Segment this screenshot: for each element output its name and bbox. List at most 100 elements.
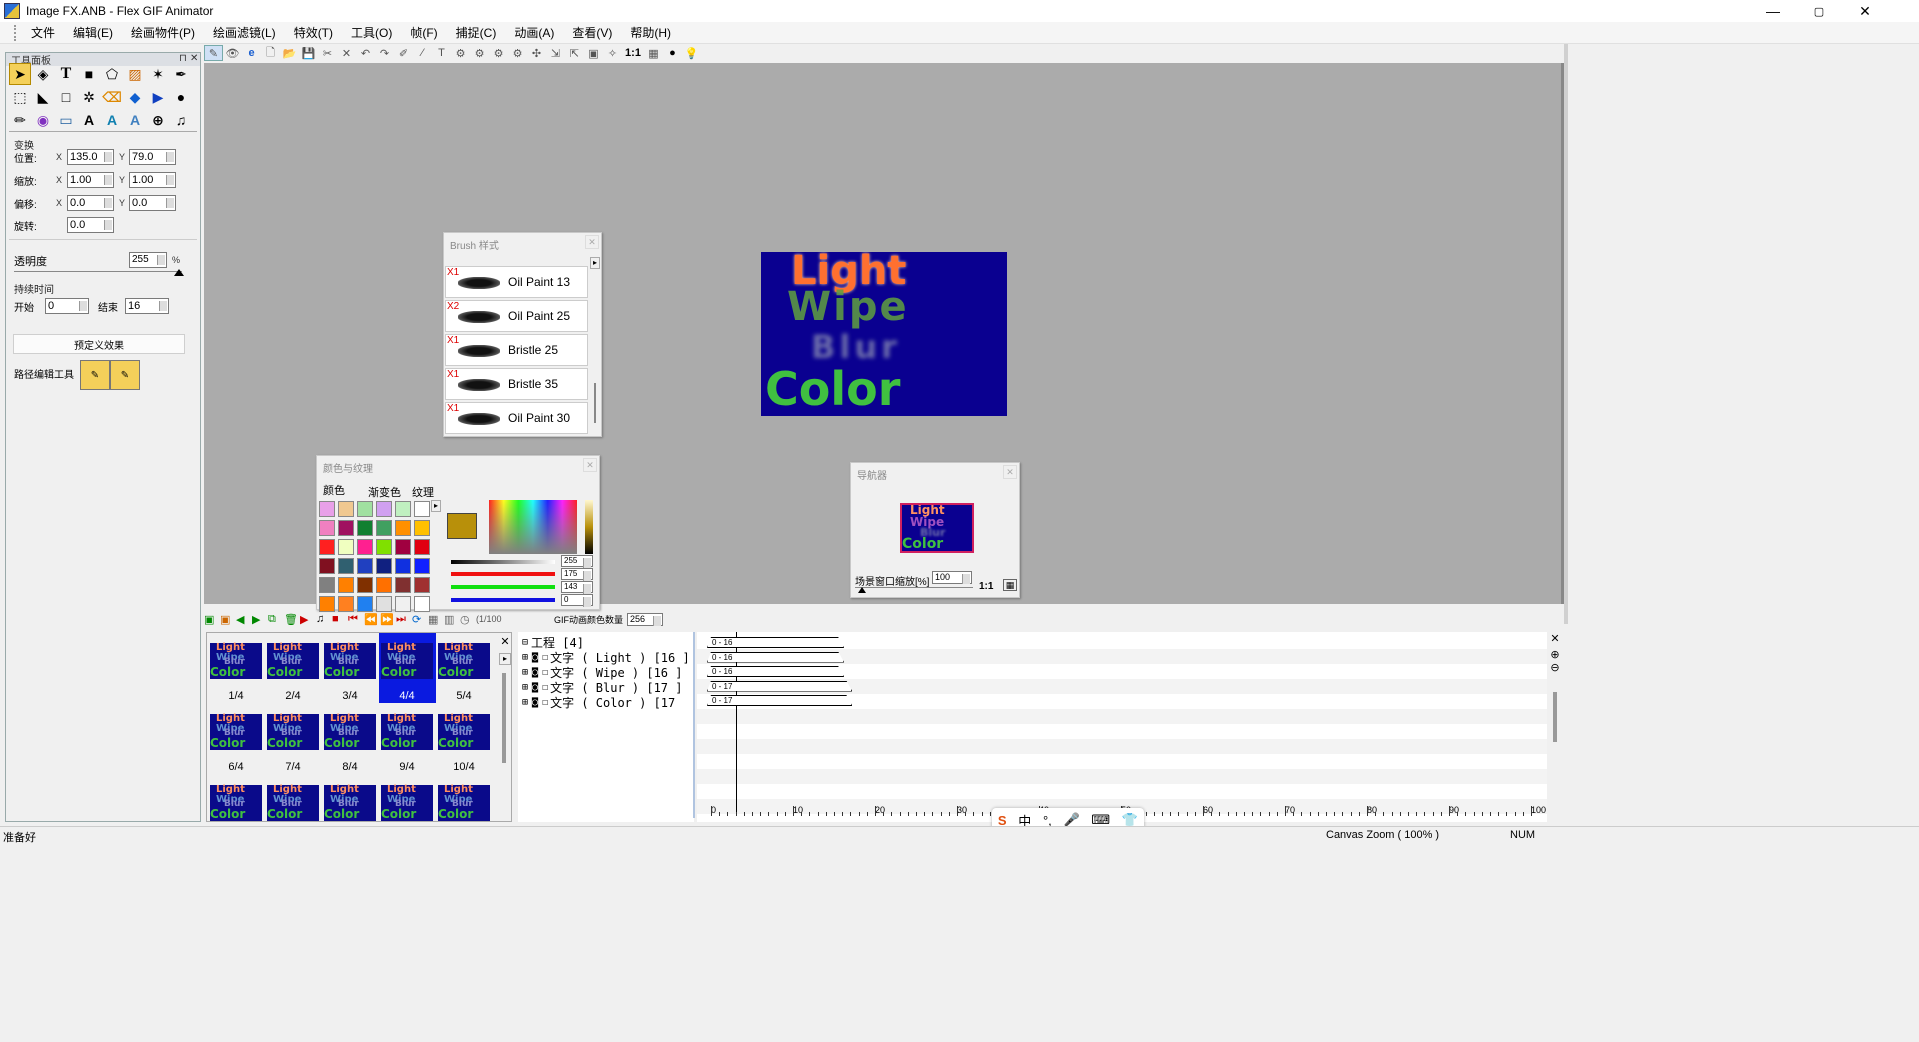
color-swatch[interactable] <box>395 501 411 517</box>
frames-scroll-arrow-icon[interactable]: ▸ <box>499 653 511 665</box>
stop-icon[interactable]: ■ <box>332 613 348 625</box>
right-scrollbar[interactable] <box>1564 44 1568 624</box>
timeline-bar[interactable]: 0 - 17 <box>707 695 852 706</box>
circle-icon[interactable]: ● <box>663 45 682 61</box>
frame-thumbnail[interactable]: Light Wipe Blur Color <box>381 784 433 821</box>
frame-thumbnail[interactable]: Light Wipe Blur Color <box>324 784 376 821</box>
music-icon[interactable]: ♫ <box>316 613 332 625</box>
sphere-icon[interactable]: ◉ <box>32 109 54 131</box>
preset-effects-button[interactable]: 预定义效果 <box>13 334 185 354</box>
next-arrow-icon[interactable]: ▶ <box>252 613 268 626</box>
delete-frame-icon[interactable]: 🗑 <box>284 613 300 626</box>
color-swatch[interactable] <box>414 596 430 612</box>
eraser-icon[interactable]: ⌫ <box>101 86 123 108</box>
brush-item[interactable]: X1 Bristle 35 <box>445 368 588 400</box>
brush-scrollbar[interactable] <box>594 383 596 423</box>
expand-icon[interactable]: ⊞ <box>522 682 528 693</box>
opacity-slider-thumb[interactable] <box>174 269 184 276</box>
align-1-icon[interactable]: ⇲ <box>546 45 565 61</box>
zoom-slider-thumb[interactable] <box>858 587 866 593</box>
brush-item[interactable]: X2 Oil Paint 25 <box>445 300 588 332</box>
blue-value[interactable]: 0 <box>561 594 593 607</box>
text-tool-icon[interactable]: T <box>432 45 451 61</box>
color-swatch[interactable] <box>357 501 373 517</box>
brush-window-close-icon[interactable]: ✕ <box>585 235 599 249</box>
effect-2-icon[interactable]: ⚙ <box>470 45 489 61</box>
add-frame-icon[interactable]: ▣ <box>204 613 220 626</box>
timeline-bar[interactable]: 0 - 16 <box>707 666 844 677</box>
rotate-input[interactable]: 0.0 <box>67 217 114 233</box>
menu-tools[interactable]: 工具(O) <box>342 24 401 41</box>
pen-icon[interactable]: ✎ <box>204 45 223 61</box>
preview-image[interactable]: Light Wipe Blur Color <box>761 252 1007 416</box>
expand-icon[interactable]: ⊞ <box>522 697 528 708</box>
color-swatch[interactable] <box>338 596 354 612</box>
frames-close-icon[interactable]: ✕ <box>499 635 511 648</box>
bars-icon[interactable]: ▥ <box>444 613 460 626</box>
effect-3-icon[interactable]: ⚙ <box>489 45 508 61</box>
frame-thumbnail[interactable]: Light Wipe Blur Color <box>438 713 490 750</box>
music-icon[interactable]: ♫ <box>170 109 192 131</box>
eye-icon[interactable]: 👁 <box>223 45 242 61</box>
red-slider[interactable] <box>451 572 555 576</box>
paint-bucket-icon[interactable]: ▶ <box>147 86 169 108</box>
path-add-node-icon[interactable]: ✎ <box>110 360 140 390</box>
brush-tool-icon[interactable]: ✐ <box>394 45 413 61</box>
timeline[interactable]: 0 - 160 - 160 - 160 - 170 - 17 010203040… <box>697 632 1547 822</box>
color-swatch[interactable] <box>395 539 411 555</box>
color-swatch[interactable] <box>338 558 354 574</box>
drop-icon[interactable]: ● <box>170 86 192 108</box>
text-a-outline-icon[interactable]: A <box>78 109 100 131</box>
delete-icon[interactable]: ✕ <box>337 45 356 61</box>
tree-row[interactable]: ⊞ ◙ ☐ 文字 ( Color ) [17 <box>522 695 675 710</box>
color-swatch[interactable] <box>414 539 430 555</box>
effect-1-icon[interactable]: ⚙ <box>451 45 470 61</box>
text-a-color-icon[interactable]: A <box>101 109 123 131</box>
expand-icon[interactable]: ⊞ <box>522 652 528 663</box>
color-swatch[interactable] <box>376 520 392 536</box>
color-swatch[interactable] <box>319 520 335 536</box>
color-swatch[interactable] <box>376 558 392 574</box>
eyedropper-icon[interactable]: ✏ <box>9 109 31 131</box>
tab-gradient[interactable]: 渐变色 <box>368 484 401 500</box>
rectangle-outline-icon[interactable]: □ <box>55 86 77 108</box>
color-swatch[interactable] <box>395 596 411 612</box>
timeline-scrollbar[interactable] <box>1553 692 1557 742</box>
color-swatch[interactable] <box>319 577 335 593</box>
loop-icon[interactable]: ⟳ <box>412 613 428 626</box>
tree-root[interactable]: ⊟ 工程 [4] <box>522 635 584 650</box>
frame-thumbnail[interactable]: Light Wipe Blur Color <box>324 642 376 679</box>
frame-thumbnail[interactable]: Light Wipe Blur Color <box>381 642 433 679</box>
clock-icon[interactable]: ◷ <box>460 613 476 626</box>
expand-icon[interactable]: ⊞ <box>522 667 528 678</box>
alpha-slider[interactable] <box>451 560 555 564</box>
undo-icon[interactable]: ↶ <box>356 45 375 61</box>
tab-color[interactable]: 颜色 <box>323 482 345 498</box>
color-swatch[interactable] <box>319 539 335 555</box>
scale-x-input[interactable]: 1.00 <box>67 172 114 188</box>
color-swatch[interactable] <box>414 558 430 574</box>
frame-thumbnail[interactable]: Light Wipe Blur Color <box>438 784 490 821</box>
frame-thumbnail[interactable]: Light Wipe Blur Color <box>267 642 319 679</box>
color-swatch[interactable] <box>357 539 373 555</box>
frame-thumbnail[interactable]: Light Wipe Blur Color <box>210 784 262 821</box>
minimize-button[interactable]: — <box>1750 0 1796 22</box>
menu-effects[interactable]: 特效(T) <box>285 24 342 41</box>
menu-edit[interactable]: 编辑(E) <box>64 24 122 41</box>
tab-texture[interactable]: 纹理 <box>412 484 434 500</box>
green-value[interactable]: 143 <box>561 581 593 594</box>
brightness-slider[interactable] <box>585 500 593 554</box>
timeline-bar[interactable]: 0 - 17 <box>707 681 852 692</box>
bulb-icon[interactable]: 💡 <box>682 45 701 61</box>
frames-scrollbar[interactable] <box>502 673 506 763</box>
path-add-point-icon[interactable]: ✎ <box>80 360 110 390</box>
visibility-icon[interactable]: ◙ <box>532 682 538 693</box>
grid-icon[interactable]: ▦ <box>428 613 444 626</box>
frame-thumbnail[interactable]: Light Wipe Blur Color <box>324 713 376 750</box>
polygon-tool-icon[interactable]: ⬠ <box>101 63 123 85</box>
swatch-scroll-arrow-icon[interactable]: ▸ <box>431 500 441 512</box>
zoom-icon[interactable]: ⊕ <box>147 109 169 131</box>
menu-animation[interactable]: 动画(A) <box>505 24 563 41</box>
tree-row[interactable]: ⊞ ◙ ☐ 文字 ( Light ) [16 ] <box>522 650 690 665</box>
rewind-icon[interactable]: ⏪ <box>364 613 380 626</box>
